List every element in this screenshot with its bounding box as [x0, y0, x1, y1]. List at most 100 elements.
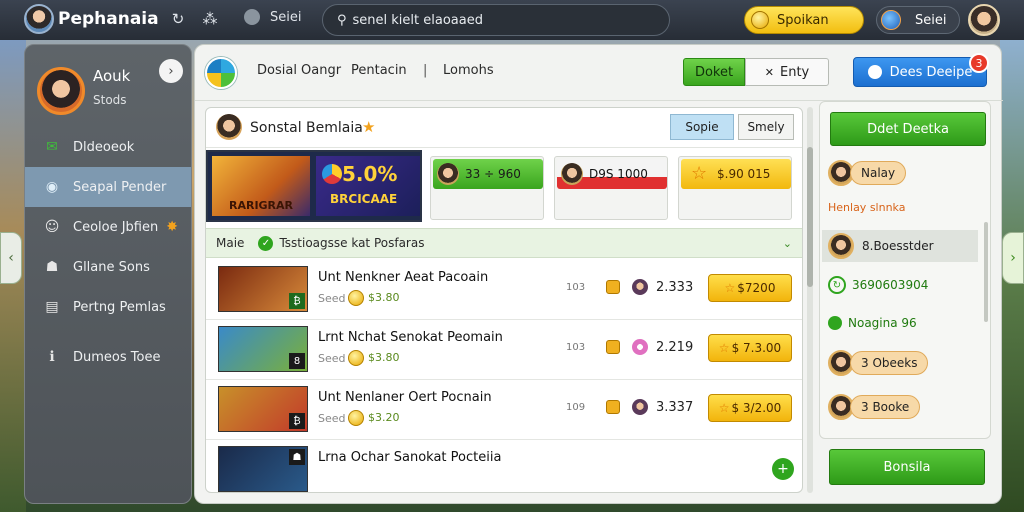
- tab-inactive[interactable]: ✕ Enty: [745, 58, 829, 86]
- header-link-2[interactable]: Pentacin: [351, 63, 407, 78]
- chevron-down-icon[interactable]: ⌄: [783, 237, 792, 250]
- star-icon: ☆: [718, 401, 730, 415]
- menu-label: Seiei: [270, 9, 302, 25]
- search-input[interactable]: ⚲ senel kielt elaoaaed: [322, 4, 670, 36]
- notification-badge[interactable]: 3: [969, 53, 989, 73]
- carousel-next-arrow[interactable]: ›: [1002, 232, 1024, 284]
- offer-price-button[interactable]: ☆ $ 3/2.00: [708, 394, 792, 422]
- check-icon: ✓: [258, 235, 274, 251]
- tab-active[interactable]: Doket: [683, 58, 745, 86]
- menu-button[interactable]: Seiei: [244, 9, 301, 25]
- badge-icon: ₿: [289, 413, 305, 429]
- coins-balance[interactable]: Spoikan: [744, 6, 864, 34]
- profile-avatar[interactable]: [968, 4, 1000, 36]
- offer-thumbnail: 8: [218, 326, 308, 372]
- card-title: Sonstal Bemlaia: [250, 120, 363, 136]
- content-scrollbar[interactable]: [807, 107, 813, 493]
- top-bar: Pephanaia ↻ ⁂ Seiei ⚲ senel kielt elaoaa…: [0, 0, 1024, 40]
- sidebar-item-social[interactable]: ◉ Seapal Pender: [25, 167, 191, 207]
- right-panel-scrollbar[interactable]: [984, 222, 988, 322]
- offer-row[interactable]: 8 Lrnt Nchat Senokat Peomain Seed $3.80 …: [206, 320, 802, 380]
- right-item-label: 3 Obeeks: [850, 351, 929, 375]
- add-icon[interactable]: +: [772, 458, 794, 480]
- filter-chip-1[interactable]: Sopie: [670, 114, 734, 140]
- sidebar: Aouk Stods › ✉ Dldeoeok ◉ Seapal Pender …: [24, 44, 192, 504]
- banner-row: RARIGRAR 5.0% BRCICAAE 33 ÷ 960 D9S 1000: [206, 148, 802, 222]
- globe-icon: [881, 10, 901, 30]
- offer-price-button[interactable]: ☆ $7200: [708, 274, 792, 302]
- offer-count: 3.337: [656, 400, 694, 415]
- scrollbar-thumb[interactable]: [807, 147, 813, 287]
- offer-title: Unt Nenlaner Oert Pocnain: [318, 390, 492, 405]
- right-list-item[interactable]: Henlay slnnka: [828, 192, 905, 222]
- right-list-item[interactable]: Noagina 96: [828, 308, 917, 338]
- right-list-item[interactable]: 3 Booke: [828, 392, 921, 422]
- sidebar-item-inbox[interactable]: ✉ Dldeoeok: [25, 127, 191, 167]
- app-avatar[interactable]: [24, 4, 54, 34]
- sidebar-item-documents[interactable]: ▤ Pertng Pemlas: [25, 287, 191, 327]
- coin-icon: [348, 350, 364, 366]
- offer-points: $3.80: [368, 351, 400, 364]
- stat-card[interactable]: 33 ÷ 960: [430, 156, 544, 220]
- right-list-item[interactable]: 3 Obeeks: [828, 348, 929, 378]
- stat-card[interactable]: ☆ $.90 015: [678, 156, 792, 220]
- filter-chip-2[interactable]: Smely: [738, 114, 794, 140]
- gift-icon: [606, 400, 620, 414]
- primary-action-button[interactable]: Dees Deeipe: [853, 57, 987, 87]
- refresh-icon[interactable]: ↻: [166, 10, 190, 28]
- collapse-sidebar-button[interactable]: ›: [159, 59, 183, 83]
- offer-points: $3.80: [368, 291, 400, 304]
- avatar: [437, 163, 459, 185]
- stat-value: $.90 015: [717, 167, 771, 181]
- user-avatar[interactable]: [37, 67, 85, 115]
- section-title: Tsstioagsse kat Posfaras: [279, 236, 425, 250]
- sidebar-item-info[interactable]: ℹ Dumeos Toee: [25, 337, 191, 377]
- stat-value: D9S 1000: [589, 167, 648, 181]
- offer-points: $3.20: [368, 411, 400, 424]
- menu-icon: [244, 9, 260, 25]
- star-icon: ☆: [718, 341, 730, 355]
- avatar: [632, 279, 648, 295]
- header-link-3[interactable]: Lomohs: [443, 63, 494, 78]
- right-list-item[interactable]: ↻ 3690603904: [828, 270, 928, 300]
- section-filter-bar[interactable]: Maie ✓ Tsstioagsse kat Posfaras ⌄: [206, 228, 802, 258]
- offer-subtitle: Seed: [318, 292, 346, 305]
- right-list-item[interactable]: 8.Boesstder: [822, 230, 978, 262]
- right-list-item[interactable]: Nalay: [828, 158, 907, 188]
- offer-row[interactable]: ₿ Unt Nenkner Aeat Pacoain Seed $3.80 10…: [206, 260, 802, 320]
- sidebar-item-label: Ceoloe Jbfien: [73, 219, 159, 235]
- info-icon: ℹ: [49, 349, 55, 365]
- avatar: [561, 163, 583, 185]
- offer-row[interactable]: ₿ Unt Nenlaner Oert Pocnain Seed $3.20 1…: [206, 380, 802, 440]
- right-panel-top-button[interactable]: Ddet Deetka: [830, 112, 986, 146]
- offer-count: 2.333: [656, 280, 694, 295]
- offer-price-button[interactable]: ☆ $ 7.3.00: [708, 334, 792, 362]
- envelope-icon: ✉: [46, 139, 58, 155]
- sidebar-item-groups[interactable]: ☗ Gllane Sons: [25, 247, 191, 287]
- promo-wheel-icon: [322, 164, 342, 184]
- search-text: senel kielt elaoaaed: [352, 12, 483, 28]
- coin-icon: [348, 290, 364, 306]
- badge-icon: ₿: [289, 293, 305, 309]
- header-link-1[interactable]: Dosial Oangr: [257, 63, 341, 78]
- app-logo-icon[interactable]: [205, 57, 237, 89]
- offer-row[interactable]: ☗ Lrna Ochar Sanokat Pocteiia +: [206, 440, 802, 492]
- coin-icon: [348, 410, 364, 426]
- group-icon: ☗: [45, 259, 59, 275]
- promo-label: BRCICAAE: [330, 192, 398, 206]
- gift-icon: [606, 340, 620, 354]
- offer-price: $ 7.3.00: [731, 341, 782, 355]
- region-selector[interactable]: Seiei: [876, 6, 960, 34]
- bottom-action-button[interactable]: Bonsila: [829, 449, 985, 485]
- stat-card[interactable]: D9S 1000: [554, 156, 668, 220]
- stat-bar: ☆ $.90 015: [681, 159, 791, 189]
- right-item-label: 3690603904: [852, 278, 929, 292]
- stat-bar: D9S 1000: [557, 159, 667, 189]
- apps-icon[interactable]: ⁂: [198, 10, 222, 28]
- sidebar-item-friends[interactable]: ☺ Ceoloe Jbfien ✸: [25, 207, 191, 247]
- gift-icon: [606, 280, 620, 294]
- featured-banner[interactable]: RARIGRAR 5.0% BRCICAAE: [206, 150, 422, 222]
- carousel-prev-arrow[interactable]: ‹: [0, 232, 22, 284]
- offer-thumbnail: ₿: [218, 386, 308, 432]
- document-icon: ▤: [45, 299, 59, 315]
